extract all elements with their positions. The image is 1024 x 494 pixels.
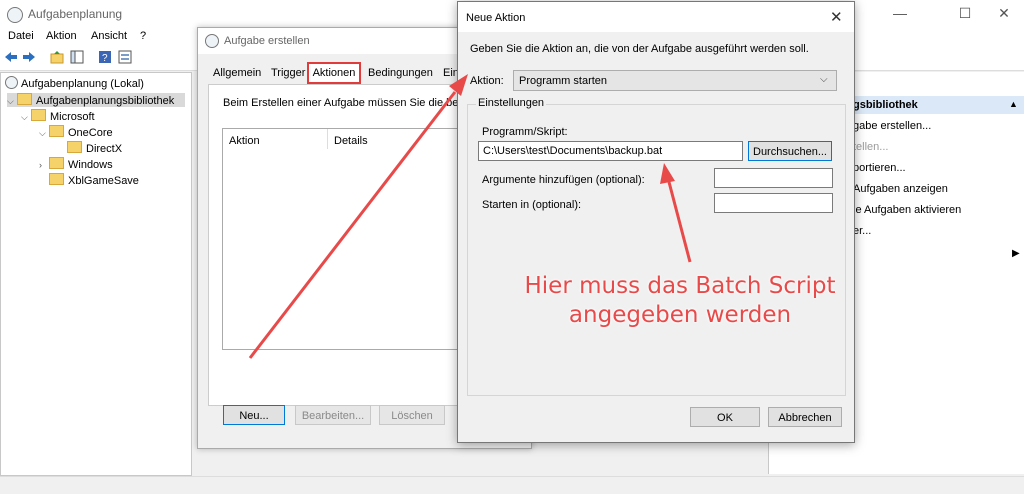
close-icon[interactable]: ✕ bbox=[984, 5, 1024, 22]
folder-icon bbox=[67, 141, 82, 153]
annotation-line-2: angegeben werden bbox=[568, 302, 792, 328]
new-action-title: Neue Aktion bbox=[466, 12, 526, 24]
column-header-details[interactable]: Details bbox=[334, 135, 368, 147]
chevron-down-icon[interactable]: ⌵ bbox=[7, 96, 17, 107]
new-action-description: Geben Sie die Aktion an, die von der Auf… bbox=[470, 43, 809, 55]
menu-ansicht[interactable]: Ansicht bbox=[91, 30, 127, 42]
collapse-up-icon[interactable]: ▲ bbox=[1009, 99, 1018, 109]
menu-datei[interactable]: Datei bbox=[8, 30, 34, 42]
tab-aktionen[interactable]: Aktionen bbox=[307, 62, 361, 84]
up-folder-icon[interactable] bbox=[50, 50, 64, 64]
column-divider bbox=[327, 129, 328, 149]
chevron-down-icon[interactable]: ⌵ bbox=[21, 112, 31, 123]
tree-item-microsoft[interactable]: ⌵ Microsoft bbox=[21, 109, 95, 123]
clock-icon bbox=[205, 34, 219, 48]
tab-allgemein[interactable]: Allgemein bbox=[211, 67, 263, 83]
properties-icon[interactable] bbox=[118, 50, 132, 64]
chevron-right-icon[interactable]: › bbox=[39, 160, 49, 170]
clock-icon bbox=[7, 7, 23, 23]
create-task-title: Aufgabe erstellen bbox=[224, 35, 310, 47]
tree-item-library[interactable]: ⌵ Aufgabenplanungsbibliothek bbox=[7, 93, 185, 107]
edit-action-button[interactable]: Bearbeiten... bbox=[295, 405, 371, 425]
folder-icon bbox=[31, 109, 46, 121]
arguments-input[interactable] bbox=[714, 168, 833, 188]
action-type-value: Programm starten bbox=[519, 75, 608, 87]
actions-pane-item-enable-tasks[interactable]: le Aufgaben aktivieren bbox=[853, 204, 961, 216]
tree-item-xblgamesave[interactable]: XblGameSave bbox=[49, 173, 139, 187]
folder-icon bbox=[17, 93, 32, 105]
show-hide-tree-icon[interactable] bbox=[70, 50, 84, 64]
navigation-tree: Aufgabenplanung (Lokal) ⌵ Aufgabenplanung… bbox=[0, 72, 192, 476]
close-icon[interactable]: ✕ bbox=[830, 8, 843, 26]
tab-bedingungen[interactable]: Bedingungen bbox=[366, 67, 435, 83]
chevron-down-icon[interactable]: ⌵ bbox=[820, 74, 828, 85]
actions-pane-item-create-task[interactable]: gabe erstellen... bbox=[853, 120, 931, 132]
svg-text:?: ? bbox=[102, 53, 108, 64]
help-icon[interactable]: ? bbox=[98, 50, 112, 64]
folder-icon bbox=[49, 157, 64, 169]
new-action-button[interactable]: Neu... bbox=[223, 405, 285, 425]
back-arrow-icon[interactable] bbox=[4, 50, 18, 64]
start-in-label: Starten in (optional): bbox=[482, 199, 582, 211]
maximize-icon[interactable]: ☐ bbox=[945, 5, 985, 22]
window-title: Aufgabenplanung bbox=[28, 7, 123, 21]
actions-pane-item-create[interactable]: tellen... bbox=[853, 141, 888, 153]
actions-pane-item-more[interactable]: er... bbox=[853, 225, 871, 237]
minimize-icon[interactable]: — bbox=[880, 5, 920, 21]
tree-item-onecore[interactable]: ⌵ OneCore bbox=[39, 125, 113, 139]
tree-item-windows[interactable]: › Windows bbox=[39, 157, 113, 171]
action-type-dropdown[interactable]: Programm starten ⌵ bbox=[513, 70, 837, 91]
action-type-label: Aktion: bbox=[470, 75, 504, 87]
ok-button[interactable]: OK bbox=[690, 407, 760, 427]
program-script-input[interactable]: C:\Users\test\Documents\backup.bat bbox=[478, 141, 743, 161]
delete-action-button[interactable]: Löschen bbox=[379, 405, 445, 425]
new-action-title-bar: Neue Aktion ✕ bbox=[458, 2, 854, 32]
new-action-dialog: Neue Aktion ✕ Geben Sie die Aktion an, d… bbox=[457, 1, 855, 443]
arguments-label: Argumente hinzufügen (optional): bbox=[482, 174, 645, 186]
actions-tab-description: Beim Erstellen einer Aufgabe müssen Sie … bbox=[223, 97, 461, 109]
browse-button[interactable]: Durchsuchen... bbox=[748, 141, 832, 161]
status-bar bbox=[0, 476, 1024, 494]
submenu-arrow-icon[interactable]: ▶ bbox=[1012, 248, 1020, 259]
tab-trigger[interactable]: Trigger bbox=[269, 67, 309, 83]
chevron-down-icon[interactable]: ⌵ bbox=[39, 128, 49, 139]
start-in-input[interactable] bbox=[714, 193, 833, 213]
menu-aktion[interactable]: Aktion bbox=[46, 30, 77, 42]
menu-help[interactable]: ? bbox=[140, 30, 146, 42]
settings-group-label: Einstellungen bbox=[476, 97, 547, 109]
folder-icon bbox=[49, 173, 64, 185]
tree-root[interactable]: Aufgabenplanung (Lokal) bbox=[5, 76, 144, 90]
actions-pane-item-import[interactable]: portieren... bbox=[853, 162, 906, 174]
clock-icon bbox=[5, 76, 18, 89]
actions-pane-item-show-tasks[interactable]: Aufgaben anzeigen bbox=[853, 183, 948, 195]
folder-icon bbox=[49, 125, 64, 137]
program-script-label: Programm/Skript: bbox=[482, 126, 568, 138]
cancel-button[interactable]: Abbrechen bbox=[768, 407, 842, 427]
annotation-text: Hier muss das Batch Script angegeben wer… bbox=[520, 272, 840, 330]
forward-arrow-icon[interactable] bbox=[22, 50, 36, 64]
tree-item-directx[interactable]: DirectX bbox=[67, 141, 122, 155]
annotation-line-1: Hier muss das Batch Script bbox=[524, 273, 836, 299]
column-header-aktion[interactable]: Aktion bbox=[229, 135, 260, 147]
